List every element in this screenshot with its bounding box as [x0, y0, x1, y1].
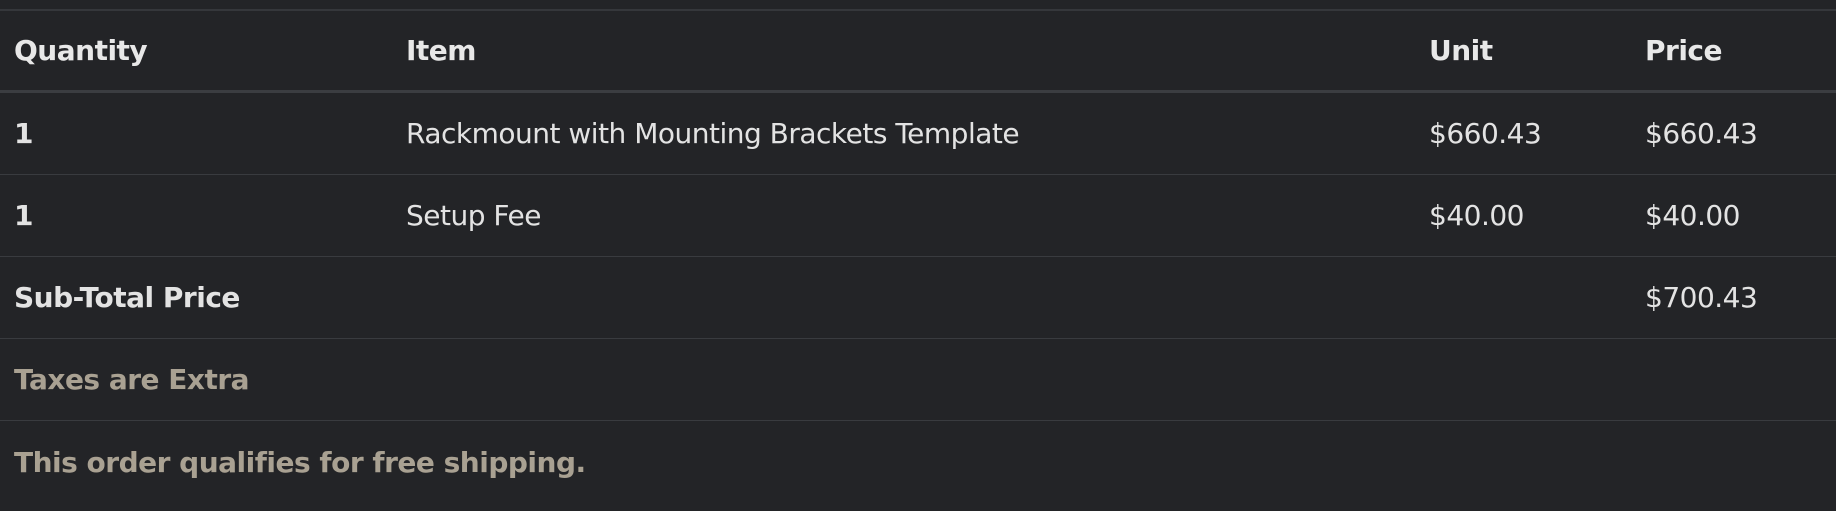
- column-header-quantity: Quantity: [14, 34, 148, 67]
- row-quantity: 1: [14, 199, 33, 232]
- table-row: 1 Setup Fee $40.00 $40.00: [0, 175, 1836, 257]
- subtotal-row: Sub-Total Price $700.43: [0, 257, 1836, 339]
- row-price: $40.00: [1645, 199, 1740, 232]
- row-item: Setup Fee: [406, 199, 541, 232]
- taxes-note: Taxes are Extra: [14, 363, 250, 396]
- column-header-unit: Unit: [1429, 34, 1493, 67]
- free-shipping-note: This order qualifies for free shipping.: [14, 445, 586, 479]
- table-row: 1 Rackmount with Mounting Brackets Templ…: [0, 93, 1836, 175]
- taxes-note-row: Taxes are Extra: [0, 339, 1836, 421]
- row-price: $660.43: [1645, 117, 1758, 150]
- row-quantity: 1: [14, 117, 33, 150]
- shipping-note-row: This order qualifies for free shipping.: [0, 421, 1836, 503]
- order-summary-table: Quantity Item Unit Price 1 Rackmount wit…: [0, 9, 1836, 511]
- row-unit-price: $660.43: [1429, 117, 1542, 150]
- column-header-price: Price: [1645, 34, 1723, 67]
- subtotal-label: Sub-Total Price: [14, 281, 240, 314]
- row-item: Rackmount with Mounting Brackets Templat…: [406, 117, 1020, 150]
- column-header-item: Item: [406, 34, 476, 67]
- row-unit-price: $40.00: [1429, 199, 1524, 232]
- subtotal-value: $700.43: [1645, 281, 1758, 314]
- table-header-row: Quantity Item Unit Price: [0, 11, 1836, 93]
